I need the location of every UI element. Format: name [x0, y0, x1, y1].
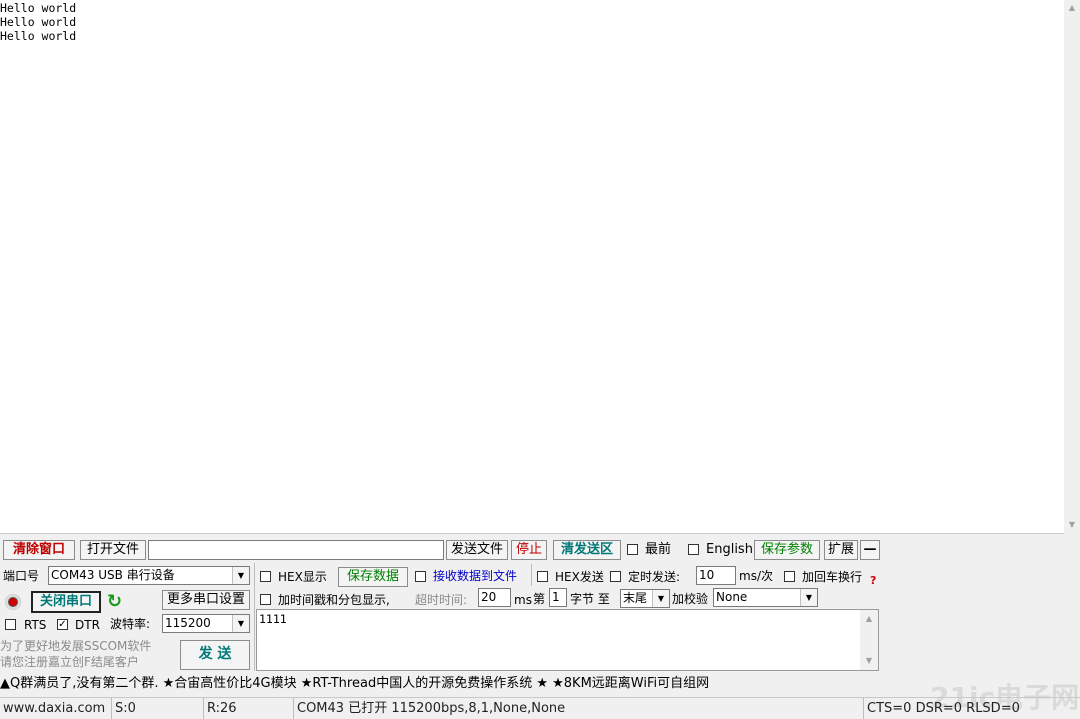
receive-area[interactable]: Hello world Hello world Hello world [0, 0, 1064, 534]
rts-label: RTS [24, 618, 47, 632]
send-text: 1111 [259, 612, 287, 626]
send-input[interactable]: 1111 [256, 609, 879, 671]
close-port-button[interactable]: 关闭串口 [31, 591, 101, 613]
status-sent: S:0 [112, 698, 204, 719]
byte-end-value: 末尾 [623, 591, 648, 605]
timeout-unit: ms [514, 593, 532, 607]
chevron-down-icon[interactable]: ▼ [800, 589, 817, 606]
timestamp-label: 加时间戳和分包显示, [278, 593, 390, 607]
news-ticker[interactable]: ▲Q群满员了,没有第二个群. ★合宙高性价比4G模块 ★RT-Thread中国人… [0, 674, 1080, 694]
byte-end-select[interactable]: 末尾 ▼ [620, 589, 670, 608]
promo-line-1: 为了更好地发展SSCOM软件 [0, 639, 152, 653]
interval-unit: ms/次 [739, 569, 773, 583]
receive-text: Hello world Hello world Hello world [0, 1, 77, 43]
baud-value: 115200 [165, 616, 211, 630]
hex-send-checkbox[interactable] [537, 571, 548, 582]
interval-input[interactable]: 10 [696, 566, 736, 585]
timed-send-label: 定时发送: [628, 570, 681, 584]
send-file-button[interactable]: 发送文件 [446, 540, 508, 560]
promo-line-2: 请您注册嘉立创F结尾客户 [0, 655, 139, 669]
clear-send-button[interactable]: 清发送区 [553, 540, 621, 560]
scroll-down-icon[interactable]: ▼ [1064, 517, 1080, 533]
byte-index-input[interactable]: 1 [549, 588, 567, 607]
recv-to-file-checkbox[interactable] [415, 571, 426, 582]
checksum-label: 加校验 [672, 592, 709, 606]
expand-button[interactable]: 扩展 [824, 540, 858, 560]
english-checkbox[interactable] [688, 544, 699, 555]
status-website[interactable]: www.daxia.com [0, 698, 112, 719]
options-divider [531, 564, 532, 586]
hex-display-checkbox[interactable] [260, 571, 271, 582]
hex-send-label: HEX发送 [555, 570, 604, 584]
dtr-checkbox[interactable]: ✓ [57, 619, 68, 630]
port-select[interactable]: COM43 USB 串行设备 ▼ [48, 566, 250, 585]
english-label: English [706, 542, 753, 557]
status-lines: CTS=0 DSR=0 RLSD=0 [867, 701, 1020, 716]
recv-to-file-label[interactable]: 接收数据到文件 [433, 567, 517, 585]
receive-scrollbar[interactable]: ▲ ▼ [1064, 0, 1080, 533]
timeout-input[interactable]: 20 [478, 588, 511, 607]
chevron-down-icon[interactable]: ▼ [232, 567, 249, 584]
help-icon[interactable]: ? [870, 574, 876, 587]
topmost-label: 最前 [645, 542, 672, 557]
timed-send-checkbox[interactable] [610, 571, 621, 582]
chevron-down-icon[interactable]: ▼ [232, 615, 249, 632]
send-button[interactable]: 发 送 [180, 640, 250, 670]
save-params-button[interactable]: 保存参数 [754, 540, 820, 560]
more-settings-button[interactable]: 更多串口设置 [162, 590, 250, 610]
status-port-state: COM43 已打开 115200bps,8,1,None,None [294, 698, 864, 719]
save-data-button[interactable]: 保存数据 [338, 567, 408, 587]
scroll-up-icon[interactable]: ▲ [1064, 0, 1080, 16]
scroll-up-icon[interactable]: ▲ [860, 614, 878, 623]
timeout-label: 超时时间: [415, 593, 468, 607]
hex-display-label: HEX显示 [278, 570, 327, 584]
checksum-select[interactable]: None ▼ [713, 588, 818, 607]
scroll-down-icon[interactable]: ▼ [860, 656, 878, 665]
port-label: 端口号 [3, 569, 40, 583]
chevron-down-icon[interactable]: ▼ [652, 590, 669, 607]
clear-window-button[interactable]: 清除窗口 [3, 540, 75, 560]
refresh-icon[interactable]: ↻ [107, 592, 122, 612]
file-path-input[interactable] [148, 540, 444, 560]
port-value: COM43 USB 串行设备 [51, 568, 175, 582]
port-status-icon [5, 594, 21, 610]
collapse-button[interactable]: — [860, 540, 880, 560]
open-file-button[interactable]: 打开文件 [80, 540, 146, 560]
status-bar: www.daxia.com S:0 R:26 COM43 已打开 115200b… [0, 697, 1080, 719]
dtr-label: DTR [75, 618, 100, 632]
byte-mid: 字节 至 [570, 592, 610, 606]
status-received: R:26 [204, 698, 294, 719]
panel-divider [254, 563, 255, 671]
topmost-checkbox[interactable] [627, 544, 638, 555]
byte-prefix: 第 [533, 592, 546, 606]
send-scrollbar[interactable]: ▲ ▼ [860, 610, 878, 670]
add-crlf-checkbox[interactable] [784, 571, 795, 582]
baud-select[interactable]: 115200 ▼ [162, 614, 250, 633]
stop-button[interactable]: 停止 [511, 540, 547, 560]
add-crlf-label: 加回车换行 [802, 570, 863, 584]
checksum-value: None [716, 590, 748, 604]
timestamp-checkbox[interactable] [260, 594, 271, 605]
baud-label: 波特率: [110, 617, 151, 631]
rts-checkbox[interactable] [5, 619, 16, 630]
